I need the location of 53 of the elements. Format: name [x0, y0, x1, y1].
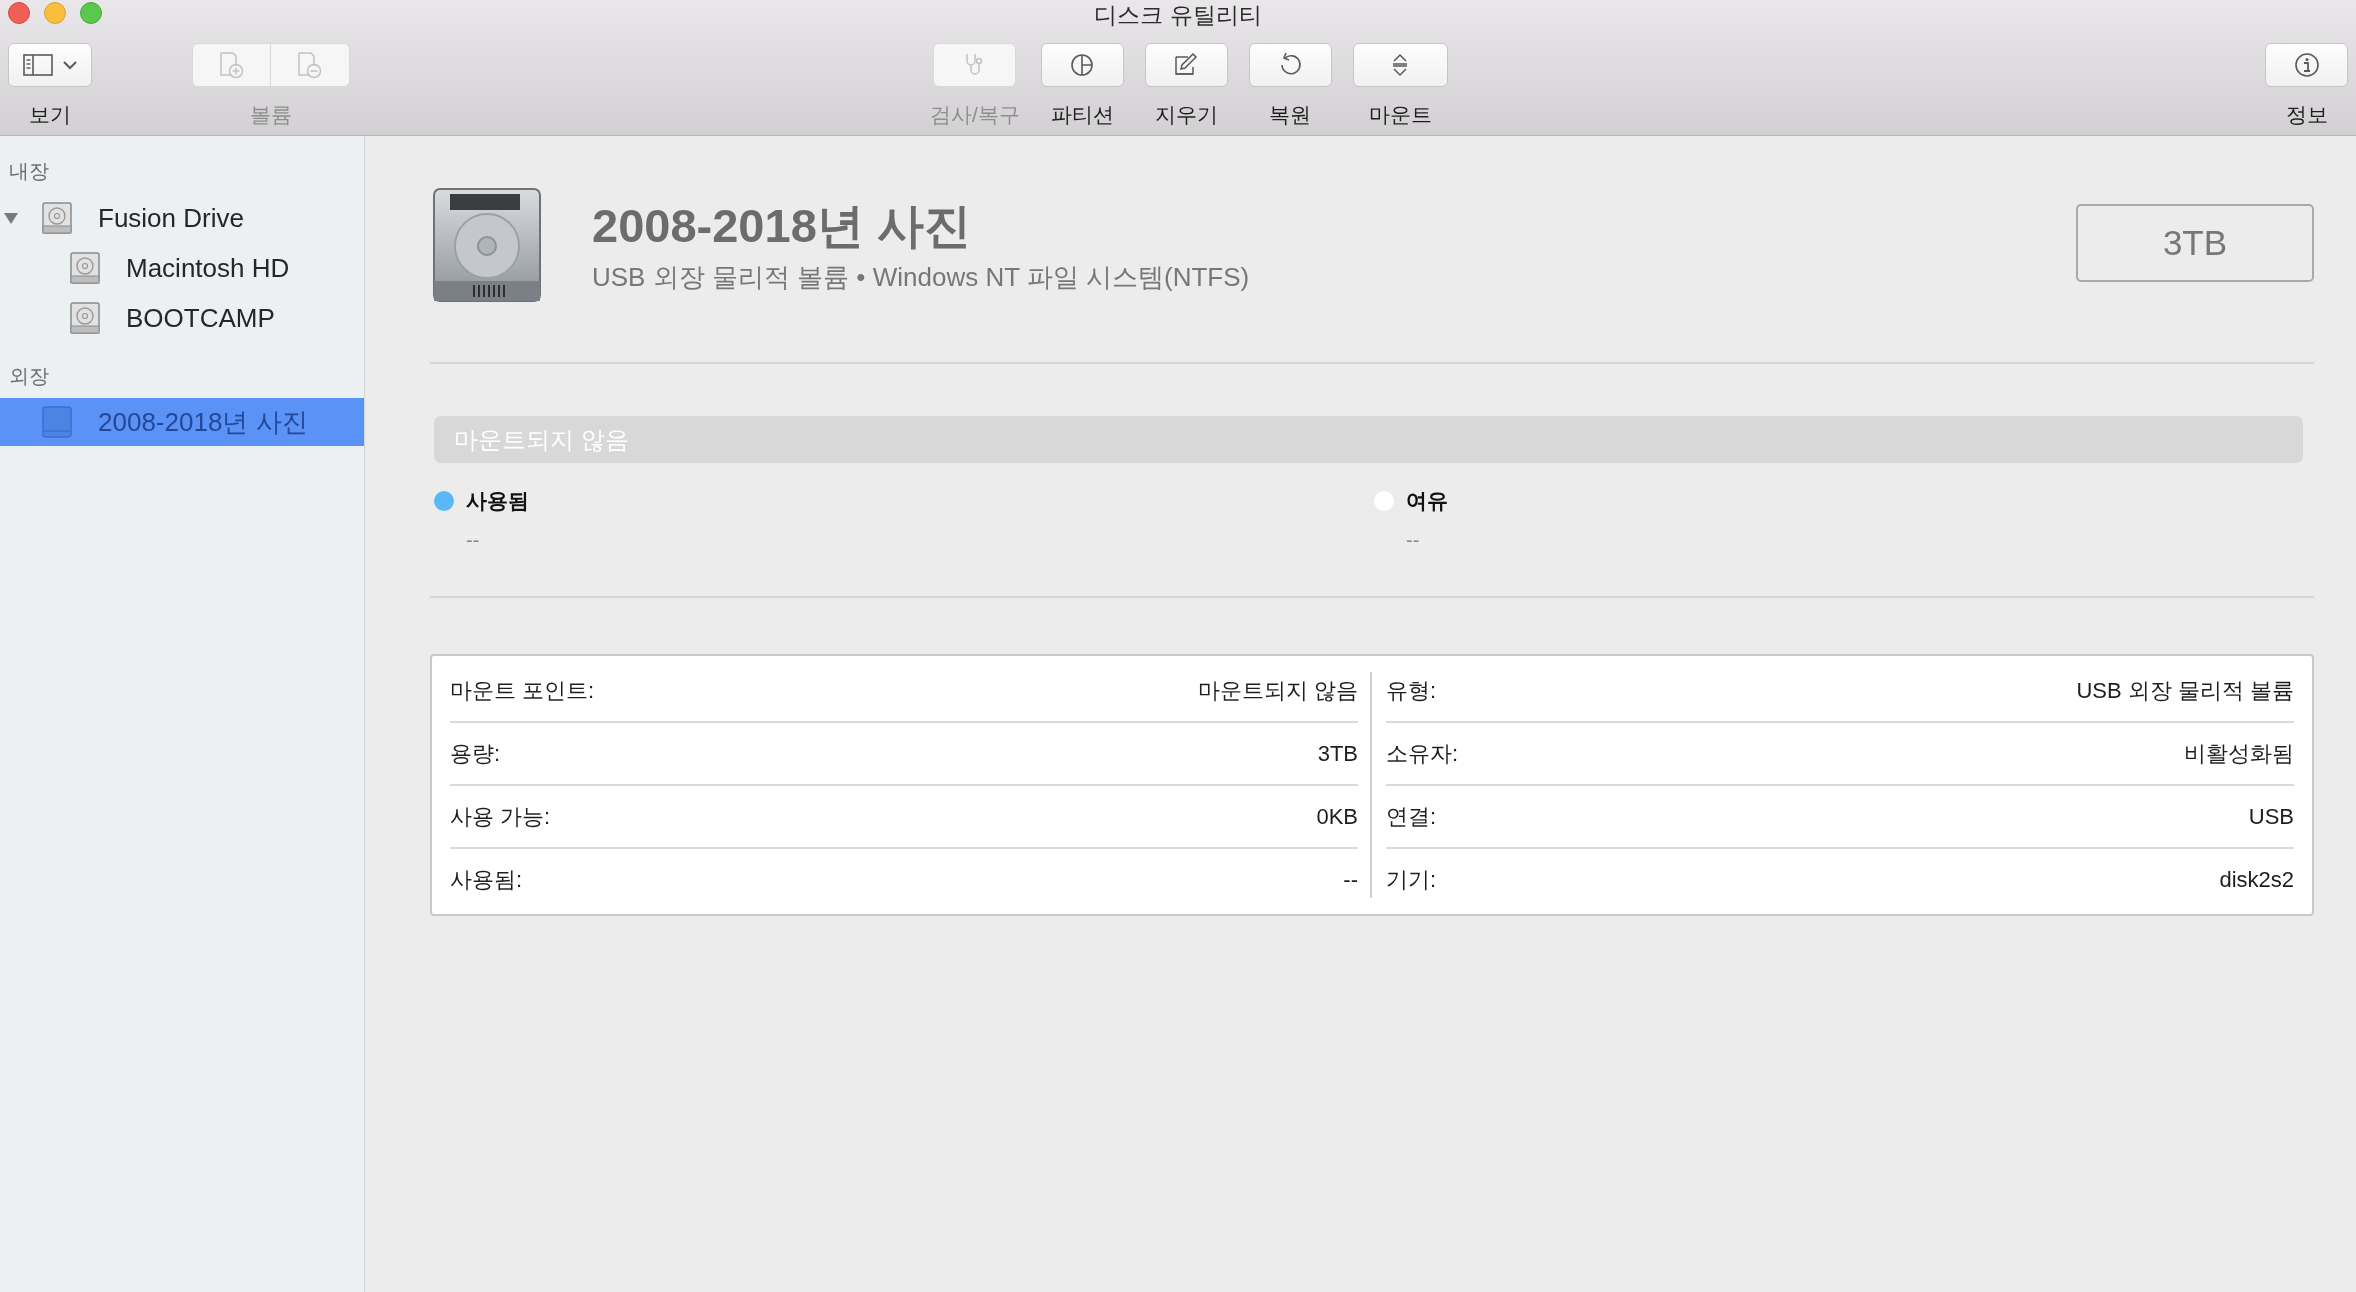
- info-button[interactable]: [2265, 43, 2348, 87]
- info-value: 비활성화됨: [2184, 739, 2294, 768]
- sidebar-heading: 외장: [8, 364, 49, 389]
- toolbar-label: 마운트: [1368, 102, 1432, 128]
- mount-button[interactable]: [1352, 43, 1448, 87]
- volume-name: 2008-2018년 사진: [592, 198, 972, 254]
- sidebar-icon: [23, 54, 53, 76]
- minimize-button[interactable]: [44, 2, 66, 24]
- toolbar-label: 지우기: [1154, 102, 1218, 128]
- legend-value: --: [466, 529, 481, 552]
- info-label: 사용됨:: [450, 865, 523, 894]
- legend-label: 여유: [1406, 488, 1448, 514]
- info-label: 마운트 포인트:: [450, 676, 595, 705]
- info-icon: [2293, 52, 2320, 78]
- legend-value: --: [1406, 529, 1421, 552]
- info-label: 기기:: [1386, 865, 1437, 894]
- legend-label: 사용됨: [466, 488, 529, 514]
- info-value: USB: [2248, 803, 2294, 830]
- toolbar-label: 보기: [29, 102, 71, 128]
- chevron-down-icon: [63, 60, 77, 70]
- zoom-button[interactable]: [80, 2, 102, 24]
- restore-button[interactable]: [1248, 43, 1332, 87]
- info-label: 소유자:: [1386, 739, 1459, 768]
- sidebar-item[interactable]: Macintosh HD: [0, 243, 364, 293]
- info-value: 0KB: [1316, 803, 1358, 830]
- window-title: 디스크 유틸리티: [1094, 0, 1262, 30]
- info-value: disk2s2: [2219, 866, 2294, 893]
- info-value: 3TB: [1317, 740, 1358, 767]
- undo-arrow-icon: [1278, 52, 1303, 78]
- close-button[interactable]: [8, 2, 30, 24]
- info-label: 연결:: [1386, 802, 1437, 831]
- sidebar-heading: 내장: [8, 159, 49, 184]
- toolbar-label: 검사/복구: [930, 102, 1020, 128]
- toolbar-label: 복원: [1269, 102, 1312, 128]
- info-value: USB 외장 물리적 볼륨: [2076, 676, 2294, 705]
- disclosure-triangle-icon[interactable]: [3, 210, 19, 226]
- info-value: 마운트되지 않음: [1197, 676, 1358, 705]
- pie-chart-icon: [1070, 53, 1095, 77]
- info-label: 용량:: [450, 739, 501, 768]
- info-value: --: [1343, 866, 1358, 893]
- volume-description: USB 외장 물리적 볼륨 • Windows NT 파일 시스템(NTFS): [592, 261, 1250, 294]
- partition-button[interactable]: [1040, 43, 1124, 87]
- sidebar-item[interactable]: BOOTCAMP: [0, 293, 364, 343]
- info-label: 유형:: [1386, 676, 1437, 705]
- toolbar-label: 파티션: [1050, 102, 1114, 128]
- pencil-icon: [1173, 53, 1200, 77]
- toolbar-label: 볼륨: [250, 102, 292, 128]
- erase-button[interactable]: [1144, 43, 1228, 87]
- sidebar-item[interactable]: Fusion Drive: [0, 193, 364, 243]
- toolbar-label: 정보: [2285, 102, 2328, 128]
- capacity-badge: 3TB: [2076, 204, 2314, 282]
- info-label: 사용 가능:: [450, 802, 551, 831]
- view-button[interactable]: [8, 43, 92, 87]
